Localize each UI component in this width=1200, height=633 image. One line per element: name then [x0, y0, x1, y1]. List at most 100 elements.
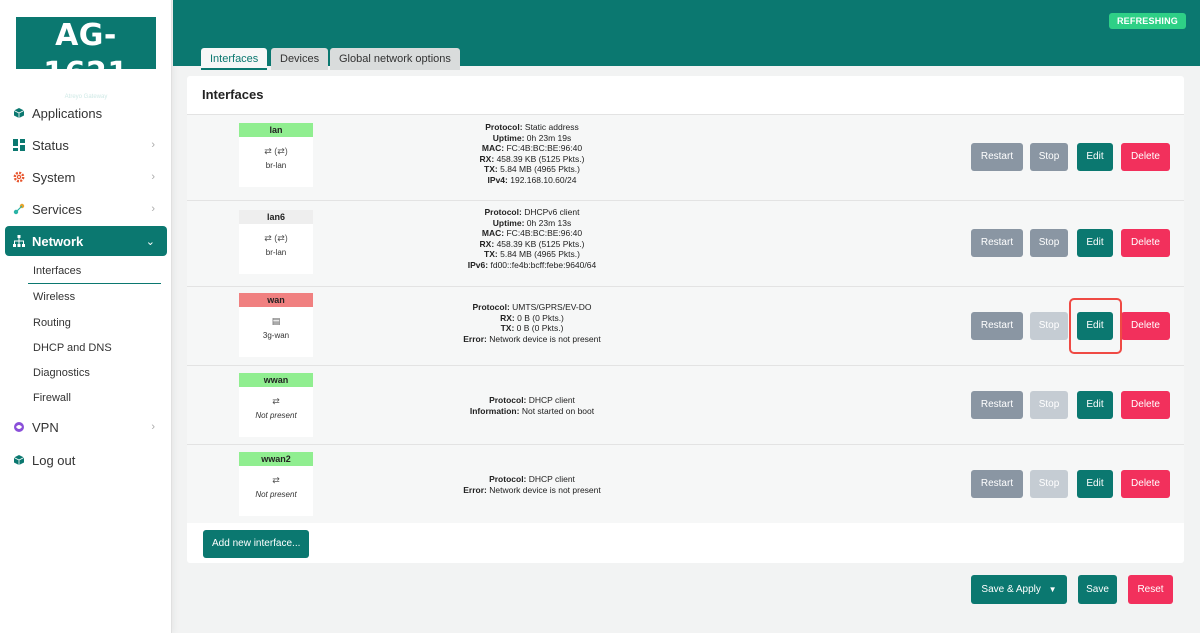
interface-name-badge: wwan2 [239, 452, 313, 466]
brand-logo[interactable]: AG-1621 Atreyo Gateway [16, 17, 156, 100]
sidebar-subitem-dhcp-dns[interactable]: DHCP and DNS [33, 342, 112, 354]
sidebar-item-label: Log out [32, 452, 76, 468]
interface-device: br-lan [265, 161, 287, 170]
save-apply-button[interactable]: Save & Apply ▼ [971, 575, 1067, 604]
highlight-box [1069, 298, 1122, 354]
info-line: Protocol: UMTS/GPRS/EV-DO [472, 302, 592, 312]
delete-button[interactable]: Delete [1121, 229, 1170, 257]
chevron-right-icon: › [151, 171, 155, 183]
sidebar-item-applications[interactable]: Applications [5, 98, 167, 128]
interface-name-badge: wwan [239, 373, 313, 387]
info-line: RX: 458.39 KB (5125 Pkts.) [479, 153, 585, 164]
interface-card[interactable]: wwan2 ⇄ Not present [239, 452, 313, 516]
stop-button[interactable]: Stop [1030, 470, 1068, 498]
page-title: Interfaces [202, 87, 264, 102]
sidebar-subitem-firewall[interactable]: Firewall [33, 392, 71, 404]
stop-button[interactable]: Stop [1030, 312, 1068, 340]
info-line: MAC: FC:4B:BC:BE:96:40 [481, 143, 583, 153]
ethernet-icon: ⇄ (⇄) [264, 233, 288, 243]
interface-row-wwan2: wwan2 ⇄ Not present Protocol: DHCP clien… [187, 444, 1184, 523]
edit-button[interactable]: Edit [1077, 391, 1113, 419]
caret-down-icon: ▼ [1048, 585, 1057, 594]
tab-global-network-options[interactable]: Global network options [330, 48, 460, 70]
delete-button[interactable]: Delete [1121, 391, 1170, 419]
info-line: Uptime: 0h 23m 19s [492, 132, 572, 143]
interface-card[interactable]: lan6 ⇄ (⇄) br-lan [239, 210, 313, 274]
restart-button[interactable]: Restart [971, 143, 1023, 171]
stop-button[interactable]: Stop [1030, 391, 1068, 419]
interface-info: Protocol: DHCP client Information: Not s… [387, 395, 677, 416]
sidebar-item-services[interactable]: Services › [5, 194, 167, 224]
interface-device: br-lan [265, 248, 287, 257]
add-new-interface-button[interactable]: Add new interface... [203, 530, 310, 558]
edit-button[interactable]: Edit [1077, 470, 1113, 498]
ethernet-icon: ⇄ (⇄) [264, 146, 288, 156]
sidebar-subitem-interfaces[interactable]: Interfaces [33, 265, 81, 277]
info-line: Uptime: 0h 23m 13s [492, 217, 572, 228]
interface-row-lan6: lan6 ⇄ (⇄) br-lan Protocol: DHCPv6 clien… [187, 200, 1184, 286]
interface-card[interactable]: lan ⇄ (⇄) br-lan [239, 123, 313, 187]
sidebar-item-label: System [32, 169, 76, 185]
chevron-down-icon: ⌄ [145, 235, 155, 248]
sidebar-item-network[interactable]: Network ⌄ [5, 226, 167, 256]
chevron-right-icon: › [151, 421, 155, 433]
gear-icon [13, 171, 25, 183]
sidebar-item-status[interactable]: Status › [5, 130, 167, 160]
info-line: Error: Network device is not present [463, 484, 601, 495]
info-line: TX: 0 B (0 Pkts.) [500, 323, 564, 333]
info-line: RX: 458.39 KB (5125 Pkts.) [479, 238, 585, 249]
delete-button[interactable]: Delete [1121, 312, 1170, 340]
sidebar-item-label: Network [32, 233, 84, 249]
reset-button[interactable]: Reset [1128, 575, 1173, 604]
refreshing-badge[interactable]: REFRESHING [1108, 13, 1186, 29]
interface-row-wan: wan ▤ 3g-wan Protocol: UMTS/GPRS/EV-DO R… [187, 286, 1184, 365]
restart-button[interactable]: Restart [971, 312, 1023, 340]
cube-icon [13, 107, 25, 119]
interface-card[interactable]: wan ▤ 3g-wan [239, 293, 313, 357]
info-line: Protocol: Static address [485, 122, 579, 132]
info-line: TX: 5.84 MB (4965 Pkts.) [484, 164, 580, 174]
interface-info: Protocol: Static address Uptime: 0h 23m … [387, 122, 677, 185]
interface-info: Protocol: DHCPv6 client Uptime: 0h 23m 1… [387, 207, 677, 270]
stop-button[interactable]: Stop [1030, 143, 1068, 171]
sidebar-subitem-wireless[interactable]: Wireless [33, 291, 75, 303]
info-line: IPv4: 192.168.10.60/24 [487, 174, 577, 185]
restart-button[interactable]: Restart [971, 470, 1023, 498]
info-line: Error: Network device is not present [463, 333, 601, 344]
brand-title: AG-1621 [43, 18, 129, 91]
sidebar-item-vpn[interactable]: VPN › [5, 412, 167, 442]
sidebar-item-logout[interactable]: Log out [5, 445, 167, 475]
cube-icon [13, 454, 25, 466]
stop-button[interactable]: Stop [1030, 229, 1068, 257]
info-line: IPv6: fd00::fe4b:bcff:febe:9640/64 [467, 259, 597, 270]
services-icon [13, 203, 25, 215]
sidebar-item-label: Services [32, 201, 82, 217]
delete-button[interactable]: Delete [1121, 470, 1170, 498]
sidebar-item-system[interactable]: System › [5, 162, 167, 192]
info-line: Protocol: DHCP client [489, 474, 575, 484]
info-line: Information: Not started on boot [469, 405, 595, 416]
restart-button[interactable]: Restart [971, 229, 1023, 257]
restart-button[interactable]: Restart [971, 391, 1023, 419]
interface-card-body: ⇄ Not present [239, 387, 313, 437]
interface-card-body: ⇄ (⇄) br-lan [239, 137, 313, 187]
interface-name-badge: lan6 [239, 210, 313, 224]
save-button[interactable]: Save [1078, 575, 1117, 604]
interface-card[interactable]: wwan ⇄ Not present [239, 373, 313, 437]
tab-interfaces[interactable]: Interfaces [201, 48, 268, 70]
sidebar: AG-1621 Atreyo Gateway Applications Stat… [0, 0, 172, 633]
edit-button[interactable]: Edit [1077, 229, 1113, 257]
tab-devices[interactable]: Devices [271, 48, 329, 70]
network-icon [13, 235, 25, 247]
interface-info: Protocol: UMTS/GPRS/EV-DO RX: 0 B (0 Pkt… [387, 302, 677, 344]
modem-icon: ▤ [271, 316, 281, 326]
save-apply-label: Save & Apply [981, 584, 1041, 595]
interfaces-panel: Interfaces lan ⇄ (⇄) br-lan Protocol: St… [187, 76, 1184, 563]
sidebar-subitem-diagnostics[interactable]: Diagnostics [33, 367, 90, 379]
delete-button[interactable]: Delete [1121, 143, 1170, 171]
interface-row-lan: lan ⇄ (⇄) br-lan Protocol: Static addres… [187, 114, 1184, 200]
info-line: TX: 5.84 MB (4965 Pkts.) [484, 249, 580, 259]
sidebar-subitem-routing[interactable]: Routing [33, 317, 71, 329]
edit-button[interactable]: Edit [1077, 143, 1113, 171]
sidebar-item-label: Status [32, 137, 69, 153]
